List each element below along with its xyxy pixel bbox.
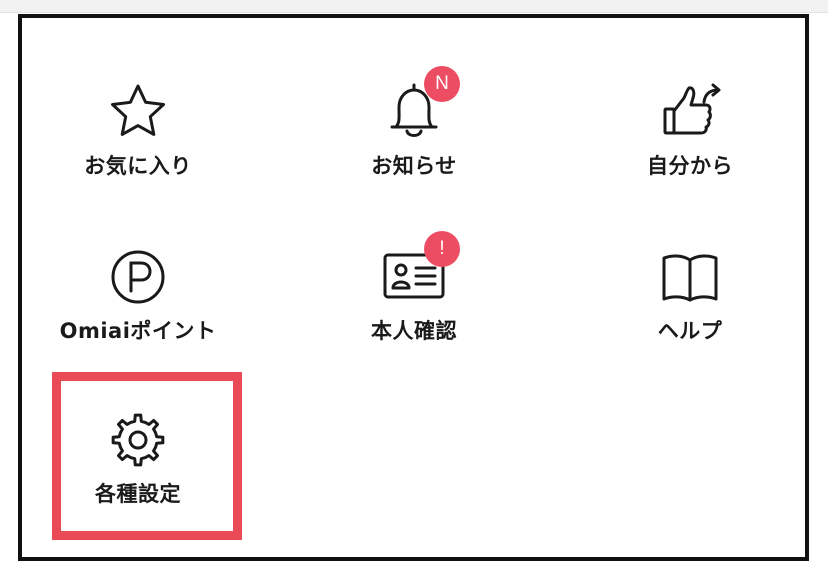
menu-item-identity-verification[interactable]: ! 本人確認	[304, 231, 524, 395]
bell-icon: N	[382, 66, 460, 144]
id-card-icon: !	[382, 231, 460, 309]
top-strip	[0, 0, 828, 13]
menu-item-label: Omiaiポイント	[59, 319, 217, 343]
points-p-icon	[106, 245, 170, 309]
notification-badge: N	[424, 66, 460, 102]
thumbs-up-share-icon	[658, 80, 722, 144]
menu-item-notifications[interactable]: N お知らせ	[304, 66, 524, 230]
star-icon	[106, 80, 170, 144]
menu-item-label: ヘルプ	[657, 319, 723, 343]
menu-item-favorites[interactable]: お気に入り	[28, 80, 248, 230]
gear-icon	[106, 408, 170, 472]
menu-item-label: お知らせ	[371, 154, 457, 178]
menu-item-omiai-points[interactable]: Omiaiポイント	[28, 245, 248, 395]
menu-item-label: 本人確認	[371, 319, 457, 343]
menu-item-outgoing-likes[interactable]: 自分から	[580, 80, 800, 230]
menu-item-help[interactable]: ヘルプ	[580, 245, 800, 395]
book-icon	[658, 245, 722, 309]
menu-item-settings[interactable]: 各種設定	[28, 408, 248, 558]
menu-item-label: 各種設定	[95, 482, 181, 506]
menu-item-label: 自分から	[647, 154, 733, 178]
alert-badge: !	[424, 231, 460, 267]
menu-item-label: お気に入り	[84, 154, 192, 178]
